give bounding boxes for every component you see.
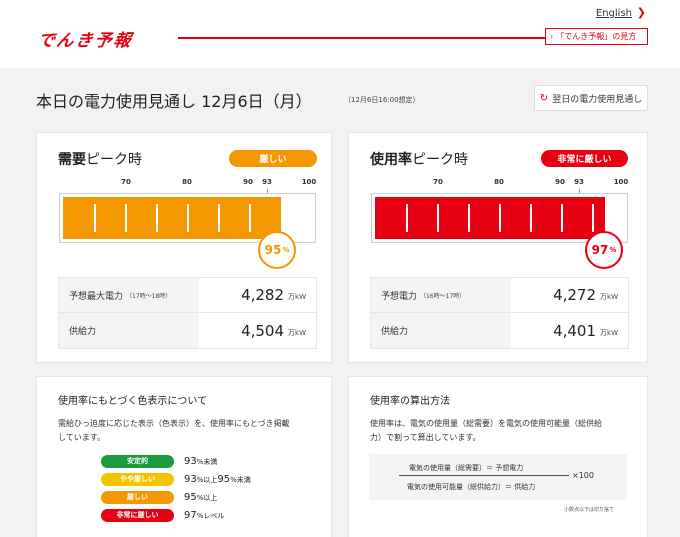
demand-peak-title: 需要ピーク時 <box>58 152 142 168</box>
gauge-segment <box>156 204 158 232</box>
legend-item: やや厳しい 93%以上95%未満 <box>101 472 251 486</box>
chevron-right-icon: ❯ <box>636 6 646 19</box>
tick-label: 93 <box>262 178 272 186</box>
gauge-segment <box>499 204 501 232</box>
tick-label: 93 <box>574 178 584 186</box>
tick-label: 80 <box>494 178 504 186</box>
fraction-line <box>399 475 569 476</box>
logo-text: でんき予報 <box>35 30 135 51</box>
gauge-segment <box>468 204 470 232</box>
demand-percent-circle: 95% <box>258 231 296 269</box>
formula-denominator: 電気の使用可能量（総供給力）＝ 供給力 <box>407 483 536 491</box>
legend-desc: 95%以上 <box>184 491 218 503</box>
gauge-segment <box>218 204 220 232</box>
arrow-right-icon: › <box>550 32 554 41</box>
status-badge: 非常に厳しい <box>541 150 628 167</box>
gauge-segment <box>125 204 127 232</box>
gauge-segment <box>406 204 408 232</box>
english-link[interactable]: English <box>596 8 632 19</box>
gauge-segment <box>561 204 563 232</box>
refresh-icon: ↻ <box>539 92 549 104</box>
header: でんき予報 English ❯ › 「でんき予報」の見方 <box>0 0 680 68</box>
logo[interactable]: でんき予報 <box>35 28 135 51</box>
row-value: 4,401 万kW <box>553 321 618 340</box>
calc-method-text: 使用率は、電気の使用量（総需要）を電気の使用可能量（総供給 力）で割って算出して… <box>370 419 602 442</box>
row-value: 4,272 万kW <box>553 286 618 304</box>
row-value: 4,282 万kW <box>241 286 306 304</box>
table-row: 予想最大電力 （17時〜18時） 4,282 万kW <box>59 278 316 313</box>
gauge-segment <box>592 204 594 232</box>
usage-peak-card: 使用率ピーク時 非常に厳しい 70 80 90 93 100 97% 予想電力（… <box>348 132 648 363</box>
usage-data-table: 予想電力 （16時〜17時） 4,272 万kW 供給力 4,401 万kW <box>370 277 629 349</box>
gauge-ticks: 70 80 90 93 100 <box>349 178 649 190</box>
status-badge: 厳しい <box>229 150 317 167</box>
usage-peak-title: 使用率ピーク時 <box>370 152 468 168</box>
color-legend-text: 需給ひっ迫度に応じた表示（色表示）を、使用率にもとづき掲載 しています。 <box>58 419 290 442</box>
legend-item: 非常に厳しい 97%レベル <box>101 508 224 522</box>
tick-label: 80 <box>182 178 192 186</box>
gauge-segment <box>530 204 532 232</box>
legend-item: 安定的 93%未満 <box>101 454 217 468</box>
page-title-note: （12月6日16:00想定） <box>344 96 420 104</box>
guide-link-label: 「でんき予報」の見方 <box>556 32 637 41</box>
tomorrow-forecast-button[interactable]: ↻ 翌日の電力使用見通し <box>534 85 648 111</box>
legend-pill: やや厳しい <box>101 472 174 486</box>
table-row: 予想電力 （16時〜17時） 4,272 万kW <box>371 278 628 313</box>
gauge-segment <box>94 204 96 232</box>
row-label: 供給力 <box>59 313 199 348</box>
table-row: 供給力 4,504 万kW <box>59 313 316 348</box>
legend-pill: 厳しい <box>101 490 174 504</box>
tick-label: 100 <box>613 178 629 186</box>
legend-item: 厳しい 95%以上 <box>101 490 217 504</box>
formula-multiplier: ×100 <box>572 471 594 480</box>
row-value: 4,504 万kW <box>241 321 306 340</box>
calc-method-title: 使用率の算出方法 <box>370 396 450 407</box>
color-legend-title: 使用率にもとづく色表示について <box>58 396 208 407</box>
gauge-segment <box>437 204 439 232</box>
page-title: 本日の電力使用見通し 12月6日（月） <box>36 92 312 111</box>
demand-peak-card: 需要ピーク時 厳しい 70 80 90 93 100 95% 予想最大電力 （17… <box>36 132 332 363</box>
table-row: 供給力 4,401 万kW <box>371 313 628 348</box>
legend-desc: 97%レベル <box>184 509 225 521</box>
gauge-segment <box>249 204 251 232</box>
gauge-ticks: 70 80 90 93 100 <box>37 178 333 190</box>
row-label: 予想電力 （16時〜17時） <box>371 278 511 312</box>
tick-label: 90 <box>243 178 253 186</box>
formula-box: 電気の使用量（総需要）＝ 予想電力 電気の使用可能量（総供給力）＝ 供給力 ×1… <box>369 454 627 500</box>
tick-label: 70 <box>121 178 131 186</box>
row-label: 予想最大電力 （17時〜18時） <box>59 278 199 312</box>
tick-label: 70 <box>433 178 443 186</box>
legend-pill: 安定的 <box>101 454 174 468</box>
tick-label: 100 <box>301 178 317 186</box>
usage-percent-circle: 97% <box>585 231 623 269</box>
legend-desc: 93%以上95%未満 <box>184 473 251 485</box>
header-rule <box>178 37 545 39</box>
tomorrow-forecast-label: 翌日の電力使用見通し <box>552 94 643 105</box>
guide-link[interactable]: › 「でんき予報」の見方 <box>545 28 648 45</box>
demand-data-table: 予想最大電力 （17時〜18時） 4,282 万kW 供給力 4,504 万kW <box>58 277 317 349</box>
rounding-note: 小数点以下は切り捨て <box>564 507 615 513</box>
row-label: 供給力 <box>371 313 511 348</box>
gauge-segment <box>187 204 189 232</box>
formula-numerator: 電気の使用量（総需要）＝ 予想電力 <box>409 464 524 472</box>
usage-gauge-fill <box>375 197 606 239</box>
legend-pill: 非常に厳しい <box>101 508 174 522</box>
legend-desc: 93%未満 <box>184 455 218 467</box>
tick-label: 90 <box>555 178 565 186</box>
